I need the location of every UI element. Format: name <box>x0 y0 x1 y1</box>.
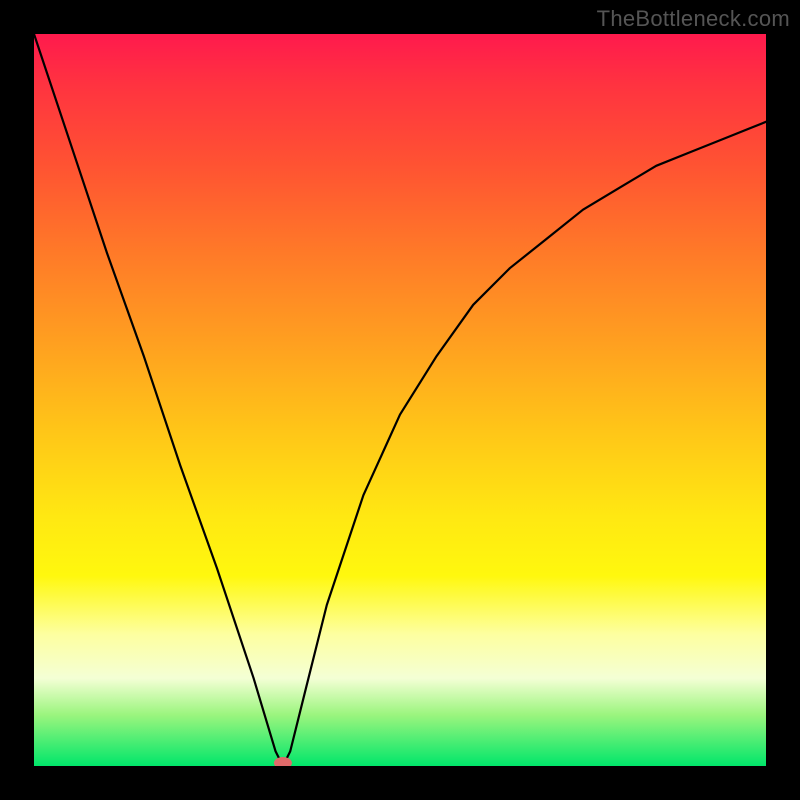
bottleneck-curve <box>34 34 766 766</box>
chart-svg <box>34 34 766 766</box>
minimum-marker <box>274 757 292 766</box>
watermark-text: TheBottleneck.com <box>597 6 790 32</box>
chart-frame: TheBottleneck.com <box>0 0 800 800</box>
plot-area <box>34 34 766 766</box>
